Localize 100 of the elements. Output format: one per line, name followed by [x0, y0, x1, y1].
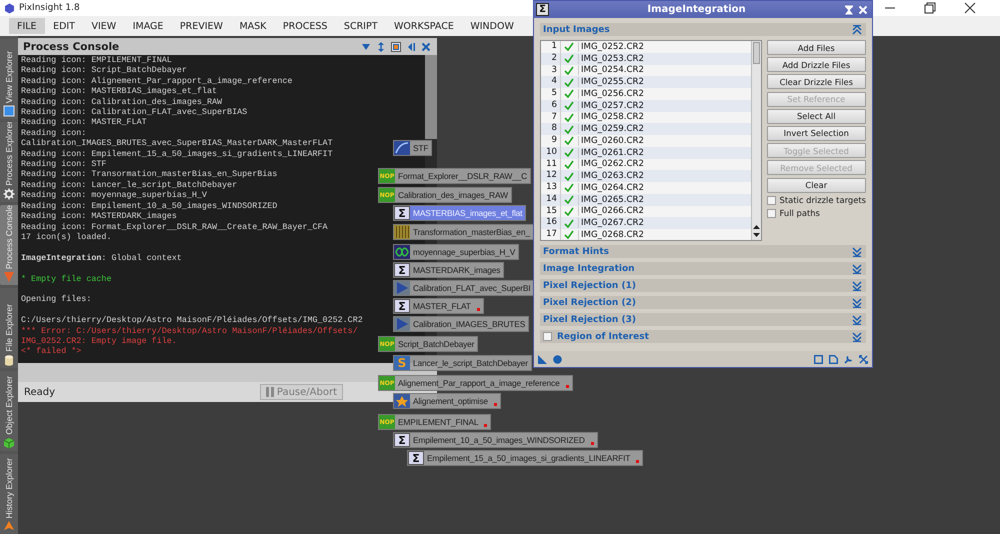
curve-icon [394, 141, 410, 155]
star-icon [394, 394, 410, 408]
side-tab[interactable]: View Explorer [0, 39, 18, 119]
circle-icon[interactable] [553, 354, 562, 364]
menu-item[interactable]: IMAGE [124, 18, 172, 34]
side-tab[interactable]: History Explorer [0, 454, 18, 534]
app-title: PixInsight 1.8 [19, 3, 80, 13]
float-icon[interactable] [391, 42, 401, 52]
check-icon[interactable] [564, 218, 574, 228]
check-icon[interactable] [564, 230, 574, 240]
check-icon[interactable] [564, 101, 574, 110]
dropdown-icon[interactable] [361, 42, 371, 52]
side-tab[interactable]: Process Console [0, 205, 18, 285]
action-button[interactable]: Invert Selection [766, 126, 866, 141]
expand-icon[interactable] [852, 280, 862, 290]
console-line: Reading icon: Format_Explorer__DSLR_RAW__Create_RAW_Bayer_CFA [21, 222, 328, 232]
action-button[interactable]: Add Drizzle Files [766, 57, 866, 72]
process-icon[interactable]: S Lancer_le_script_BatchDebayer [393, 355, 532, 371]
menu-item[interactable]: SCRIPT [336, 18, 386, 34]
menu-item[interactable]: WORKSPACE [386, 18, 462, 34]
side-tab[interactable]: File Explorer [0, 288, 18, 368]
expand-icon[interactable] [852, 298, 862, 308]
menu-item[interactable]: EDIT [45, 18, 83, 34]
square-icon [3, 105, 15, 117]
process-icon[interactable]: Transformation_masterBias_en_ [393, 224, 534, 240]
app-logo-icon [4, 2, 15, 14]
collapse-icon[interactable] [852, 24, 862, 34]
status-text: Ready [24, 386, 56, 398]
reset-icon[interactable] [859, 354, 868, 364]
cone-icon [3, 520, 15, 532]
action-button[interactable]: Select All [766, 108, 866, 124]
menu-item[interactable]: VIEW [84, 18, 124, 34]
image-row[interactable]: 4 IMG_0255.CR2 [541, 76, 751, 88]
checkbox[interactable] [766, 196, 776, 205]
process-icon[interactable]: Σ MASTER_FLAT [393, 298, 484, 314]
document-icon[interactable] [829, 354, 838, 364]
check-icon[interactable] [564, 89, 574, 98]
check-icon[interactable] [564, 206, 574, 216]
image-row[interactable]: 14 IMG_0265.CR2 [541, 194, 751, 206]
process-icon[interactable]: STF [393, 140, 432, 156]
check-icon[interactable] [564, 78, 574, 87]
sigma-icon: Σ [394, 206, 410, 220]
console-line: Reading icon: Alignement_Par_rapport_a_image_reference [21, 76, 292, 86]
image-row[interactable]: 2 IMG_0253.CR2 [541, 52, 751, 64]
dock-icon[interactable] [406, 42, 416, 52]
expand-icon[interactable] [852, 246, 862, 256]
triangle-icon[interactable] [538, 354, 547, 364]
maximize-icon[interactable] [924, 2, 936, 14]
check-icon[interactable] [564, 160, 574, 169]
menu-item[interactable]: WINDOW [462, 18, 522, 34]
pause-icon [266, 387, 274, 397]
gear-icon [3, 188, 15, 200]
process-icon[interactable]: moyennage_superbias_H_V [393, 244, 520, 260]
image-row[interactable]: 12 IMG_0263.CR2 [541, 170, 751, 182]
process-icon[interactable]: Calibration_FLAT_avec_SuperBI [393, 280, 534, 296]
image-row[interactable]: 6 IMG_0257.CR2 [541, 100, 751, 112]
check-icon[interactable] [564, 195, 574, 204]
check-icon[interactable] [564, 124, 574, 134]
check-icon[interactable] [564, 136, 574, 146]
process-icon[interactable]: Σ Empilement_15_a_50_images_si_gradients_LINEARFIT [407, 450, 644, 466]
check-icon[interactable] [564, 148, 574, 158]
process-icon[interactable]: Σ MASTERBIAS_images_et_flat [393, 205, 526, 221]
checkbox[interactable] [766, 208, 776, 218]
check-icon[interactable] [564, 42, 574, 52]
scrollbar[interactable] [750, 41, 761, 240]
shade-icon[interactable] [844, 4, 854, 14]
image-row[interactable]: 10 IMG_0261.CR2 [541, 146, 751, 158]
menu-item[interactable]: FILE [9, 18, 45, 34]
resize-icon[interactable] [376, 42, 386, 52]
checkbox[interactable] [543, 332, 552, 341]
close-icon[interactable] [964, 2, 976, 14]
console-line: * Empty file cache [21, 274, 112, 284]
check-icon[interactable] [564, 112, 574, 122]
menu-item[interactable]: PREVIEW [172, 18, 231, 34]
image-row[interactable]: 8 IMG_0259.CR2 [541, 123, 751, 135]
check-icon[interactable] [564, 66, 574, 75]
check-icon[interactable] [564, 172, 574, 181]
process-icon[interactable]: Alignement_optimise [393, 393, 501, 409]
side-tab[interactable]: Object Explorer [0, 371, 18, 451]
image-row[interactable]: 16 IMG_0267.CR2 [541, 217, 751, 229]
expand-icon[interactable] [852, 314, 862, 324]
check-icon[interactable] [564, 54, 574, 64]
process-icon[interactable]: Σ MASTERDARK_images [393, 262, 504, 278]
console-line: C:/Users/thierry/Desktop/Astro MaisonF/Pléiades/Offsets/IMG_0252.CR2 [21, 315, 363, 326]
action-button[interactable]: Add Files [766, 40, 866, 55]
scroll-thumb[interactable] [752, 42, 760, 64]
action-button[interactable]: Clear [766, 178, 866, 192]
process-icon[interactable]: Σ Empilement_10_a_50_images_WINDSORIZED [393, 432, 598, 448]
console-line: Reading icon: MASTERBIAS_images_et_flat [21, 86, 218, 97]
process-icon[interactable]: Calibration_IMAGES_BRUTES [393, 316, 530, 332]
menu-item[interactable]: PROCESS [274, 18, 336, 34]
scrollbar[interactable] [425, 55, 437, 139]
expand-icon[interactable] [852, 264, 862, 274]
action-button[interactable]: Clear Drizzle Files [766, 74, 866, 90]
expand-icon[interactable] [852, 332, 862, 342]
console-line: Reading icon: moyennage_superbias_H_V [21, 190, 207, 201]
square-icon[interactable] [814, 354, 823, 364]
menu-item[interactable]: MASK [231, 18, 274, 34]
wrench-icon[interactable] [844, 354, 853, 364]
check-icon[interactable] [564, 183, 574, 192]
